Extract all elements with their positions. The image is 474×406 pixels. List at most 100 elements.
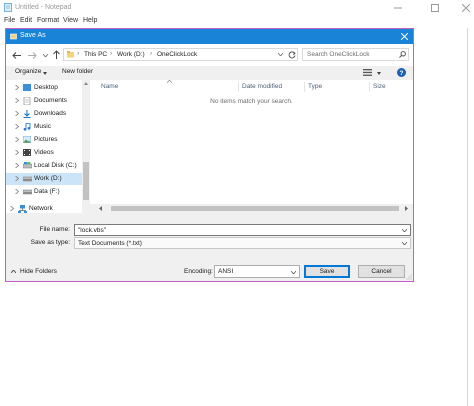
file-name-label: File name: xyxy=(39,226,70,233)
expand-chevron-icon[interactable] xyxy=(15,111,19,116)
sidebar-item-label: Work (D:) xyxy=(34,175,62,182)
sidebar-item-label: Pictures xyxy=(34,136,58,143)
navigation-toolbar: › This PC › Work (D:) › OneClickLock Sea… xyxy=(6,44,413,66)
sidebar-item-pictures[interactable]: Pictures xyxy=(6,134,84,146)
close-icon[interactable] xyxy=(462,4,470,12)
folder-icon xyxy=(67,51,74,58)
notepad-title-bar: Untitled - Notepad xyxy=(0,0,474,16)
back-arrow-icon[interactable] xyxy=(12,52,21,59)
column-divider xyxy=(369,82,370,92)
sidebar-item-downloads[interactable]: Downloads xyxy=(6,108,84,120)
sidebar-item-data-f[interactable]: Data (F:) xyxy=(6,186,84,198)
view-chevron-icon[interactable] xyxy=(377,72,381,75)
search-input[interactable]: Search OneClickLock xyxy=(307,51,370,58)
drive-icon xyxy=(23,175,32,182)
expand-chevron-icon[interactable] xyxy=(10,206,14,211)
notepad-menu-bar: File Edit Format View Help xyxy=(0,16,474,28)
expand-chevron-icon[interactable] xyxy=(15,176,19,181)
save-as-type-dropdown-icon[interactable] xyxy=(402,241,407,245)
file-name-dropdown-icon[interactable] xyxy=(402,228,407,232)
expand-chevron-icon[interactable] xyxy=(15,137,19,142)
sidebar-item-documents[interactable]: Documents xyxy=(6,95,84,107)
sidebar-item-label: Desktop xyxy=(34,84,58,91)
scroll-right-icon[interactable] xyxy=(405,206,408,211)
view-options-icon[interactable] xyxy=(363,69,372,76)
notepad-edit-area-border xyxy=(467,28,468,406)
menu-format[interactable]: Format xyxy=(37,17,59,24)
save-as-icon xyxy=(10,33,17,40)
search-icon[interactable] xyxy=(399,51,406,58)
drive-icon xyxy=(23,162,32,169)
organize-button[interactable]: Organize xyxy=(15,68,41,75)
breadcrumb-separator-icon: › xyxy=(150,50,153,57)
breadcrumb-oneclicklock[interactable]: OneClickLock xyxy=(157,51,197,58)
maximize-icon[interactable] xyxy=(431,4,439,12)
sidebar-item-desktop[interactable]: Desktop xyxy=(6,82,84,94)
breadcrumb-separator-icon: › xyxy=(77,50,80,57)
minimize-icon[interactable] xyxy=(394,7,402,9)
sidebar-item-local-disk-c[interactable]: Local Disk (C:) xyxy=(6,160,84,172)
refresh-icon[interactable] xyxy=(288,51,296,59)
file-name-input[interactable]: "lock.vbs" xyxy=(74,224,411,236)
breadcrumb-this-pc[interactable]: This PC xyxy=(84,51,107,58)
resize-grip-icon[interactable] xyxy=(406,274,412,280)
recent-locations-chevron-icon[interactable] xyxy=(43,54,48,57)
expand-chevron-icon[interactable] xyxy=(15,85,19,90)
sidebar-item-label: Music xyxy=(34,123,51,130)
menu-edit[interactable]: Edit xyxy=(20,17,32,24)
new-folder-button[interactable]: New folder xyxy=(62,68,93,75)
cancel-button[interactable]: Cancel xyxy=(358,265,405,278)
column-header-name[interactable]: Name xyxy=(101,83,118,90)
navigation-pane: Desktop Documents Downloads Music Pictur… xyxy=(6,80,90,213)
file-name-value: "lock.vbs" xyxy=(78,226,107,234)
expand-chevron-icon[interactable] xyxy=(15,150,19,155)
file-fields: File name: "lock.vbs" Save as type: Text… xyxy=(6,213,413,253)
help-icon[interactable]: ? xyxy=(397,68,406,77)
address-dropdown-chevron-icon[interactable] xyxy=(278,53,283,56)
organize-chevron-icon[interactable] xyxy=(43,72,47,75)
forward-arrow-icon[interactable] xyxy=(28,52,37,59)
up-arrow-icon[interactable] xyxy=(53,50,60,59)
pictures-folder-icon xyxy=(23,136,31,143)
expand-chevron-icon[interactable] xyxy=(15,124,19,129)
breadcrumb-work-d[interactable]: Work (D:) xyxy=(117,51,145,58)
menu-view[interactable]: View xyxy=(63,17,78,24)
search-box[interactable]: Search OneClickLock xyxy=(302,48,409,61)
encoding-dropdown-icon[interactable] xyxy=(291,270,296,274)
horizontal-scrollbar-thumb[interactable] xyxy=(111,206,399,211)
scroll-left-icon[interactable] xyxy=(99,206,102,211)
save-button[interactable]: Save xyxy=(304,265,350,278)
column-header-size[interactable]: Size xyxy=(373,83,386,90)
menu-help[interactable]: Help xyxy=(83,17,97,24)
expand-chevron-icon[interactable] xyxy=(15,189,19,194)
music-folder-icon xyxy=(23,123,31,131)
expand-chevron-icon[interactable] xyxy=(15,98,19,103)
encoding-value: ANSI xyxy=(218,268,234,275)
address-bar[interactable]: › This PC › Work (D:) › OneClickLock xyxy=(63,48,298,61)
sort-chevron-icon xyxy=(167,80,172,83)
command-bar: Organize New folder ? xyxy=(6,66,413,80)
expand-chevron-icon[interactable] xyxy=(15,163,19,168)
sidebar-item-label: Local Disk (C:) xyxy=(34,162,77,169)
save-as-type-select[interactable]: Text Documents (*.txt) xyxy=(74,237,411,249)
hide-folders-chevron-icon[interactable] xyxy=(11,270,16,273)
navigation-scrollbar-thumb[interactable] xyxy=(83,162,89,200)
sidebar-item-label: Documents xyxy=(34,97,67,104)
sidebar-item-videos[interactable]: Videos xyxy=(6,147,84,159)
save-as-type-value: Text Documents (*.txt) xyxy=(78,239,142,247)
breadcrumb-separator-icon: › xyxy=(110,50,113,57)
sidebar-item-work-d[interactable]: Work (D:) xyxy=(6,173,84,185)
encoding-select[interactable]: ANSI xyxy=(214,265,300,278)
navigation-scrollbar[interactable] xyxy=(82,80,90,213)
sidebar-item-label: Data (F:) xyxy=(34,188,60,195)
file-list-horizontal-scrollbar[interactable] xyxy=(90,204,413,213)
scroll-up-icon[interactable] xyxy=(84,82,88,85)
drive-icon xyxy=(23,188,32,195)
hide-folders-button[interactable]: Hide Folders xyxy=(20,268,57,275)
menu-file[interactable]: File xyxy=(4,17,15,24)
column-header-type[interactable]: Type xyxy=(308,83,322,90)
sidebar-item-music[interactable]: Music xyxy=(6,121,84,133)
dialog-close-icon[interactable] xyxy=(401,33,408,40)
notepad-app-icon xyxy=(4,3,12,12)
column-header-date-modified[interactable]: Date modified xyxy=(242,83,282,90)
